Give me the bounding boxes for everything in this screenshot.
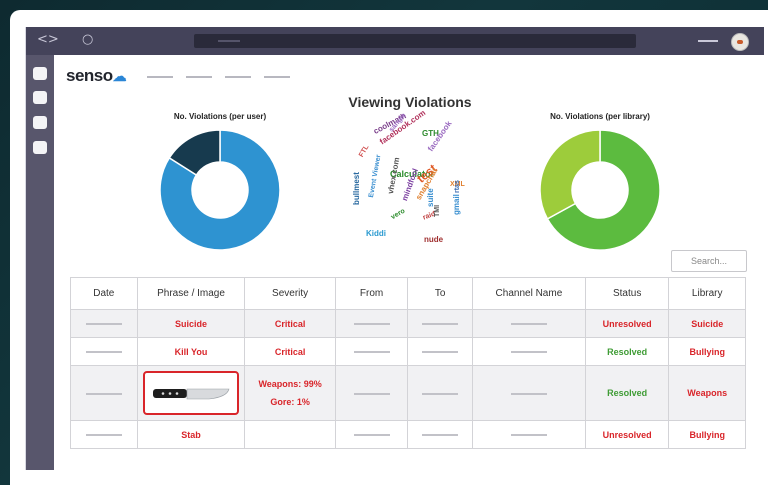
- phrase-cell: Kill You: [136, 337, 246, 366]
- library-cell: Bullying: [668, 420, 746, 449]
- word-cloud-word: rtas: [454, 180, 461, 193]
- nav-link-4[interactable]: [264, 76, 290, 78]
- word-cloud-word: TMI: [434, 204, 441, 217]
- sidebar-item-1[interactable]: [33, 67, 47, 80]
- status-cell: Unresolved: [584, 420, 670, 449]
- cloud-icon: ☁: [112, 68, 127, 84]
- phrase-cell: Stab: [136, 420, 246, 449]
- sidebar: [26, 55, 54, 470]
- table-row[interactable]: Stab Unresolved Bullying: [70, 420, 746, 449]
- severity-cell: Critical: [244, 337, 336, 366]
- nav-link-3[interactable]: [225, 76, 251, 78]
- library-cell: Bullying: [668, 337, 746, 366]
- table-row[interactable]: Weapons: 99% Gore: 1% Resolved Weapons: [70, 365, 746, 421]
- nav-link-2[interactable]: [186, 76, 212, 78]
- word-cloud-word: Kiddi: [366, 229, 386, 238]
- knife-image[interactable]: [143, 371, 240, 415]
- word-cloud-word: bullmest: [352, 172, 361, 205]
- chart-title-per-user: No. Violations (per user): [173, 112, 267, 121]
- donut-chart-per-user: [159, 129, 281, 251]
- chart-title-per-library: No. Violations (per library): [550, 112, 650, 121]
- sidebar-item-4[interactable]: [33, 141, 47, 154]
- table-header-row: Date Phrase / Image Severity From To Cha…: [70, 277, 746, 310]
- nav-link-1[interactable]: [147, 76, 173, 78]
- sidebar-item-3[interactable]: [33, 116, 47, 129]
- circle-icon[interactable]: ○: [82, 32, 93, 47]
- phrase-image-cell: [136, 365, 246, 421]
- header-phrase[interactable]: Phrase / Image: [136, 277, 246, 310]
- donut-chart-per-library: [539, 129, 661, 251]
- sidebar-item-2[interactable]: [33, 91, 47, 104]
- library-cell: Suicide: [668, 309, 746, 338]
- word-cloud-word: FTL: [358, 143, 371, 159]
- severity-cell: [244, 420, 336, 449]
- header-library[interactable]: Library: [668, 277, 746, 310]
- header-channel[interactable]: Channel Name: [471, 277, 586, 310]
- header-severity[interactable]: Severity: [244, 277, 336, 310]
- severity-cell: Critical: [244, 309, 336, 338]
- word-cloud-word: nude: [424, 235, 444, 244]
- menu-icon[interactable]: [698, 40, 718, 42]
- status-cell: Unresolved: [584, 309, 670, 338]
- word-cloud-word: gmail: [452, 194, 461, 215]
- table-row[interactable]: Suicide Critical Unresolved Suicide: [70, 309, 746, 338]
- phrase-cell: Suicide: [136, 309, 246, 338]
- donut-slice-1[interactable]: [539, 129, 601, 220]
- header-from[interactable]: From: [334, 277, 409, 310]
- header-date[interactable]: Date: [70, 277, 138, 310]
- status-cell: Resolved: [584, 365, 670, 421]
- senso-logo[interactable]: senso☁: [66, 66, 127, 86]
- app-window: <> ○ senso☁ Viewing Violations No. Viola…: [25, 27, 764, 470]
- search-input[interactable]: Search...: [671, 250, 747, 272]
- page-title: Viewing Violations: [348, 94, 472, 110]
- severity-cell: Weapons: 99% Gore: 1%: [244, 365, 336, 421]
- title-bar: <> ○: [26, 27, 764, 55]
- word-cloud: coolmath GTH facebook.com FTL Calculator test…: [352, 108, 476, 244]
- header-to[interactable]: To: [407, 277, 473, 310]
- knife-icon: [153, 388, 230, 400]
- avatar[interactable]: [731, 33, 749, 51]
- table-row[interactable]: Kill You Critical Resolved Bullying: [70, 337, 746, 366]
- status-cell: Resolved: [584, 337, 670, 366]
- violations-table: Date Phrase / Image Severity From To Cha…: [70, 277, 746, 449]
- word-cloud-word: vero: [390, 207, 407, 222]
- header-status[interactable]: Status: [584, 277, 670, 310]
- code-icon[interactable]: <>: [37, 32, 59, 47]
- library-cell: Weapons: [668, 365, 746, 421]
- address-bar[interactable]: [194, 34, 636, 48]
- word-cloud-word: Event Viewer: [368, 154, 383, 199]
